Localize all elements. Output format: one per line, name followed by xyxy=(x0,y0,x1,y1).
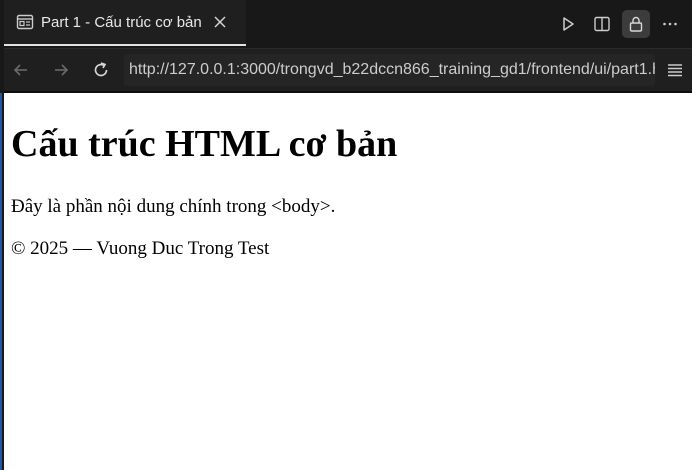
play-icon[interactable] xyxy=(554,10,582,38)
tab-label: Part 1 - Cấu trúc cơ bản xyxy=(41,13,202,31)
split-editor-icon[interactable] xyxy=(588,10,616,38)
page-viewport: Cấu trúc HTML cơ bản Đây là phần nội dun… xyxy=(4,93,692,470)
arrow-left-icon[interactable] xyxy=(6,55,36,85)
left-edge xyxy=(0,0,4,470)
url-input[interactable]: http://127.0.0.1:3000/trongvd_b22dccn866… xyxy=(124,54,655,86)
footer-text: © 2025 — Vuong Duc Trong Test xyxy=(11,238,270,259)
close-icon[interactable] xyxy=(212,14,228,30)
reload-icon[interactable] xyxy=(86,55,116,85)
browser-preview-icon xyxy=(16,13,34,31)
focus-indicator xyxy=(0,93,2,470)
arrow-right-icon[interactable] xyxy=(46,55,76,85)
url-text: http://127.0.0.1:3000/trongvd_b22dccn866… xyxy=(129,61,655,78)
menu-icon[interactable] xyxy=(660,55,690,85)
more-icon[interactable] xyxy=(656,10,684,38)
tab-actions xyxy=(554,10,684,38)
lock-icon[interactable] xyxy=(622,10,650,38)
tab-part1[interactable]: Part 1 - Cấu trúc cơ bản xyxy=(4,0,246,46)
page-heading: Cấu trúc HTML cơ bản xyxy=(11,123,398,165)
navigation-bar: http://127.0.0.1:3000/trongvd_b22dccn866… xyxy=(0,49,692,91)
body-text: Đây là phần nội dung chính trong <body>. xyxy=(11,196,336,217)
tab-bar: Part 1 - Cấu trúc cơ bản xyxy=(0,0,692,49)
